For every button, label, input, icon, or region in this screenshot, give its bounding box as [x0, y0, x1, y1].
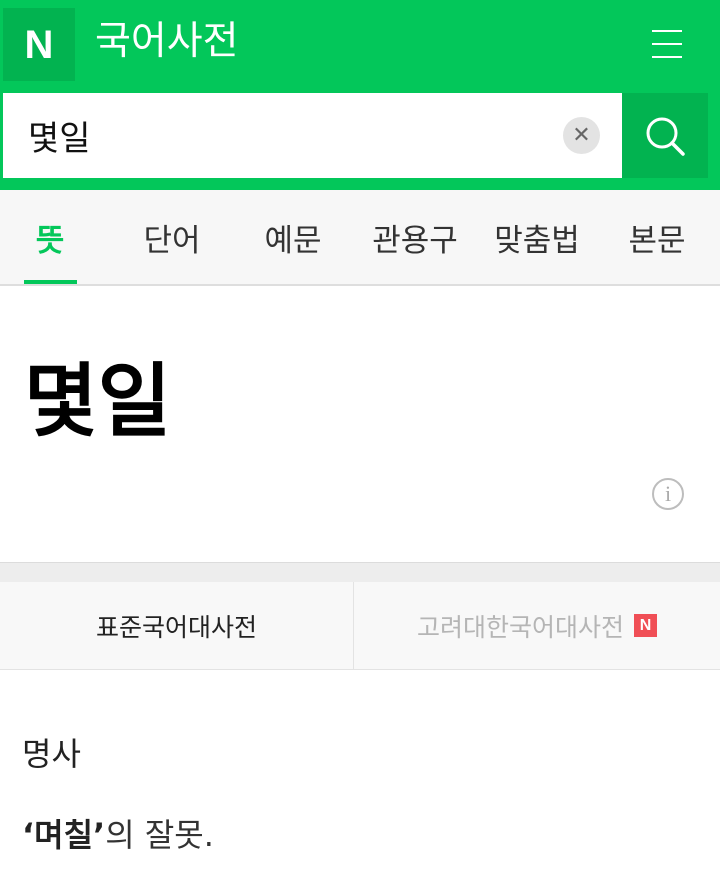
new-badge: N — [634, 614, 657, 637]
section-divider — [0, 562, 720, 583]
definition-text: ‘며칠’의 잘못. — [22, 810, 214, 860]
tab-idioms[interactable]: 관용구 — [360, 190, 470, 284]
active-tab-indicator — [24, 280, 77, 284]
tab-standard-dictionary-label: 표준국어대사전 — [95, 612, 257, 642]
info-icon[interactable]: i — [652, 478, 684, 510]
headword: 몇일 — [24, 355, 172, 448]
tab-words[interactable]: 단어 — [122, 190, 222, 284]
definition-suffix: 의 잘못. — [105, 816, 214, 854]
tab-korea-univ-dictionary[interactable]: 고려대한국어대사전 N — [354, 582, 720, 669]
search-button[interactable] — [622, 93, 708, 178]
tab-examples[interactable]: 예문 — [243, 190, 343, 284]
app-title[interactable]: 국어사전 — [95, 16, 239, 68]
tab-standard-dictionary[interactable]: 표준국어대사전 — [0, 582, 354, 669]
part-of-speech: 명사 — [22, 735, 81, 773]
hamburger-menu-icon[interactable] — [646, 22, 688, 66]
app-header: N 국어사전 ✕ — [0, 0, 720, 190]
search-input[interactable] — [28, 111, 548, 159]
tab-text[interactable]: 본문 — [607, 190, 707, 284]
quote-open: ‘ — [22, 816, 35, 854]
naver-logo[interactable]: N — [3, 8, 75, 81]
logo-letter: N — [24, 22, 54, 67]
tab-bar: 뜻 단어 예문 관용구 맞춤법 본문 — [0, 190, 720, 286]
tab-korea-univ-dictionary-label: 고려대한국어대사전 — [416, 612, 624, 642]
search-icon — [646, 117, 685, 156]
tab-spelling[interactable]: 맞춤법 — [482, 190, 592, 284]
definition-term-link[interactable]: 며칠 — [34, 816, 93, 854]
search-box: ✕ — [3, 93, 622, 178]
dictionary-tabs: 표준국어대사전 고려대한국어대사전 N — [0, 582, 720, 670]
quote-close: ’ — [93, 816, 106, 854]
clear-icon[interactable]: ✕ — [563, 117, 600, 154]
tab-meaning[interactable]: 뜻 — [0, 190, 100, 284]
